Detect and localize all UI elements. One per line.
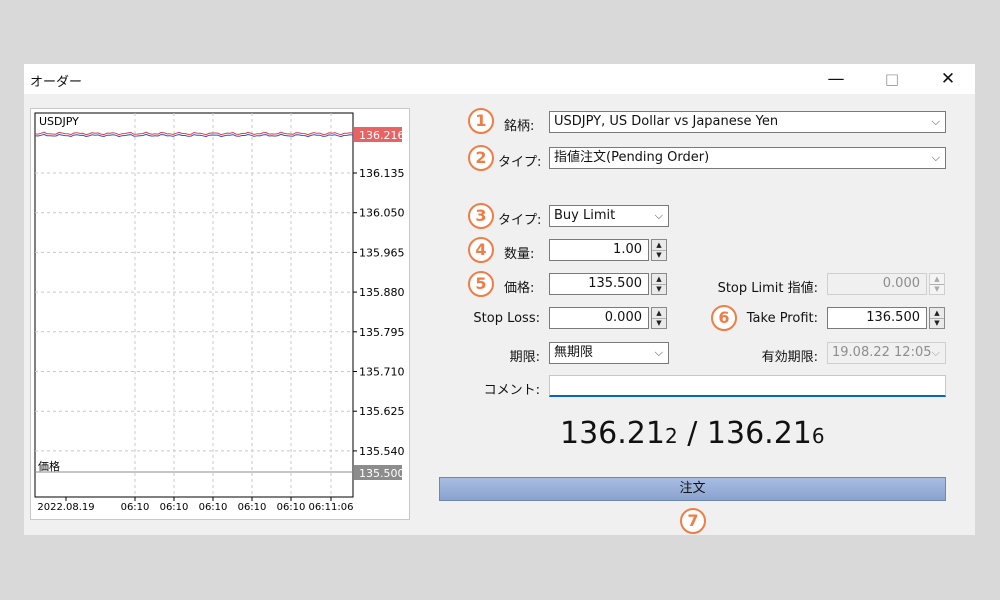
minimize-icon[interactable]: —: [813, 66, 859, 92]
order-kind-label: タイプ:: [498, 155, 542, 170]
price-axis-label: 135.540: [359, 445, 405, 458]
volume-label: 数量:: [504, 247, 535, 262]
price-axis-label: 135.710: [359, 366, 405, 379]
marker-3: 3: [468, 203, 494, 229]
expiration-select[interactable]: 無期限 ⌵: [549, 342, 669, 364]
pending-price-label: 135.500: [359, 467, 405, 480]
bid-price-last-digit: 2: [664, 424, 678, 448]
volume-input[interactable]: 1.00: [549, 239, 649, 261]
expiry-date-label: 有効期限:: [761, 350, 818, 365]
stop-limit-label: Stop Limit 指値:: [717, 281, 818, 296]
marker-4: 4: [468, 237, 494, 263]
volume-stepper[interactable]: ▲ ▼: [651, 239, 667, 261]
stop-limit-stepper[interactable]: ▲ ▼: [929, 273, 945, 295]
time-axis-label: 2022.08.19: [37, 502, 94, 513]
symbol-label: 銘柄:: [504, 119, 535, 134]
marker-7: 7: [680, 508, 706, 534]
expiration-label: 期限:: [509, 350, 540, 365]
chevron-down-icon: ⌵: [931, 346, 940, 359]
ask-series-line: [34, 133, 354, 138]
marker-1: 1: [468, 108, 494, 134]
chevron-down-icon: ⌵: [931, 151, 940, 164]
place-order-button[interactable]: 注文: [439, 477, 946, 501]
time-axis-label: 06:10: [277, 502, 306, 513]
stop-loss-label: Stop Loss:: [473, 311, 540, 326]
plot-frame: [34, 112, 354, 498]
price-axis-label: 136.135: [359, 167, 405, 180]
chart-canvas: USDJPY 136.216 135.500 価格 136.135 136.050…: [34, 112, 405, 513]
close-icon[interactable]: ✕: [925, 66, 971, 92]
time-axis-label: 06:10: [238, 502, 267, 513]
comment-input[interactable]: [549, 375, 946, 397]
symbol-select[interactable]: USDJPY, US Dollar vs Japanese Yen ⌵: [549, 111, 946, 133]
chevron-down-icon: ⌵: [931, 115, 940, 128]
marker-5: 5: [468, 271, 494, 297]
stop-limit-input[interactable]: 0.000: [827, 273, 927, 295]
chart-grid: [35, 113, 357, 501]
price-axis-label: 135.880: [359, 286, 405, 299]
bid-ask-quote: 136.212 / 136.216: [560, 416, 825, 451]
time-axis-label: 06:10: [199, 502, 228, 513]
price-input[interactable]: 135.500: [549, 273, 649, 295]
type-label: タイプ:: [498, 213, 542, 228]
window-title: オーダー: [30, 75, 83, 90]
chart-symbol-label: USDJPY: [39, 115, 79, 128]
take-profit-stepper[interactable]: ▲ ▼: [929, 307, 945, 329]
price-axis-label: 136.050: [359, 207, 405, 220]
quote-separator: /: [677, 416, 707, 451]
chevron-down-icon: ⌵: [654, 209, 663, 222]
chevron-down-icon: ⌵: [654, 346, 663, 359]
price-stepper[interactable]: ▲ ▼: [651, 273, 667, 295]
pending-line-label: 価格: [38, 459, 60, 473]
time-axis-label: 06:11:06: [309, 502, 354, 513]
price-axis-label: 135.795: [359, 326, 405, 339]
ask-price-last-digit: 6: [811, 424, 825, 448]
stop-loss-stepper[interactable]: ▲ ▼: [651, 307, 667, 329]
type-select[interactable]: Buy Limit ⌵: [549, 205, 669, 227]
comment-label: コメント:: [483, 383, 540, 398]
take-profit-input[interactable]: 136.500: [827, 307, 927, 329]
current-price-label: 136.216: [359, 129, 405, 142]
title-bar: オーダー — □ ✕: [24, 64, 975, 94]
ask-price-main: 136.21: [706, 416, 812, 451]
price-label: 価格:: [504, 281, 535, 296]
maximize-icon[interactable]: □: [869, 66, 915, 92]
price-axis-label: 135.625: [359, 405, 405, 418]
take-profit-label: Take Profit:: [746, 311, 818, 326]
time-axis-label: 06:10: [160, 502, 189, 513]
order-window: オーダー — □ ✕ USDJPY 136.216 135.500 価格 136…: [24, 64, 975, 535]
expiry-date-picker[interactable]: 19.08.22 12:05 ⌵: [827, 342, 946, 364]
time-axis-label: 06:10: [121, 502, 150, 513]
order-kind-select[interactable]: 指値注文(Pending Order) ⌵: [549, 147, 946, 169]
stop-loss-input[interactable]: 0.000: [549, 307, 649, 329]
price-axis-label: 135.965: [359, 246, 405, 259]
bid-price-main: 136.21: [560, 416, 665, 451]
price-chart: USDJPY 136.216 135.500 価格 136.135 136.050…: [30, 108, 410, 520]
marker-2: 2: [468, 145, 494, 171]
